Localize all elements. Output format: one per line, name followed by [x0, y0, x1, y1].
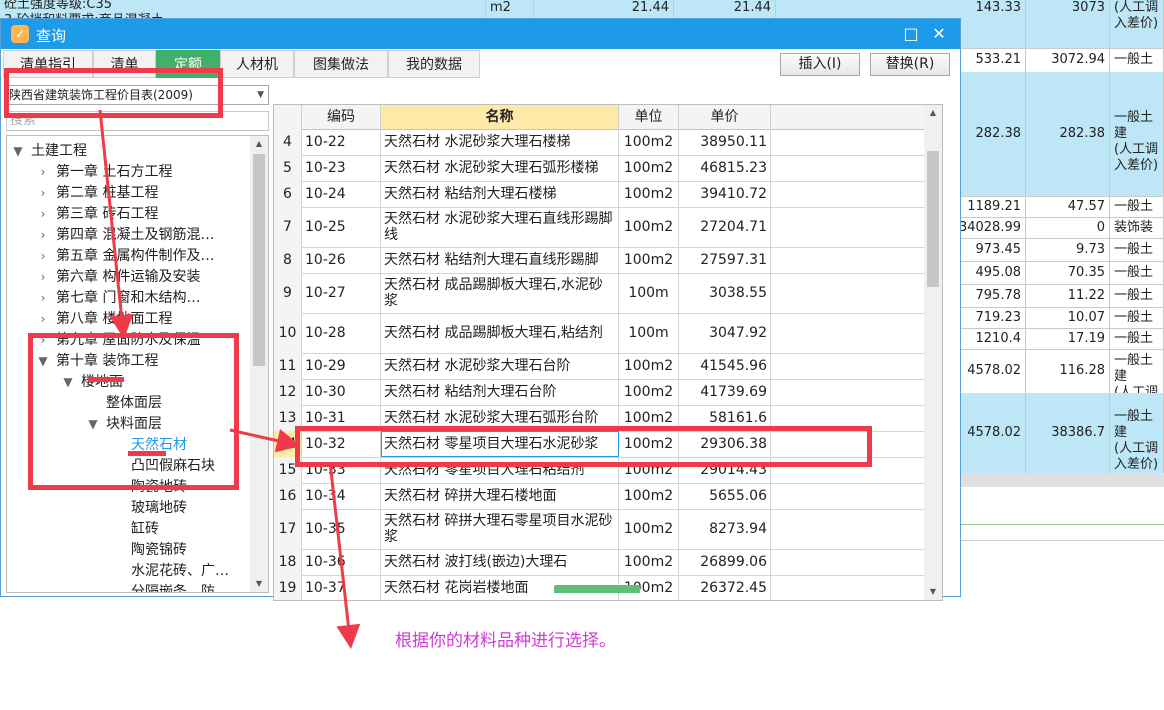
annotation-note: 根据你的材料品种进行选择。 — [395, 631, 616, 651]
arrow-to-note — [328, 461, 361, 649]
arrow-to-tree — [98, 109, 134, 339]
annotation-arrows — [98, 109, 361, 649]
arrow-to-row — [229, 428, 301, 453]
